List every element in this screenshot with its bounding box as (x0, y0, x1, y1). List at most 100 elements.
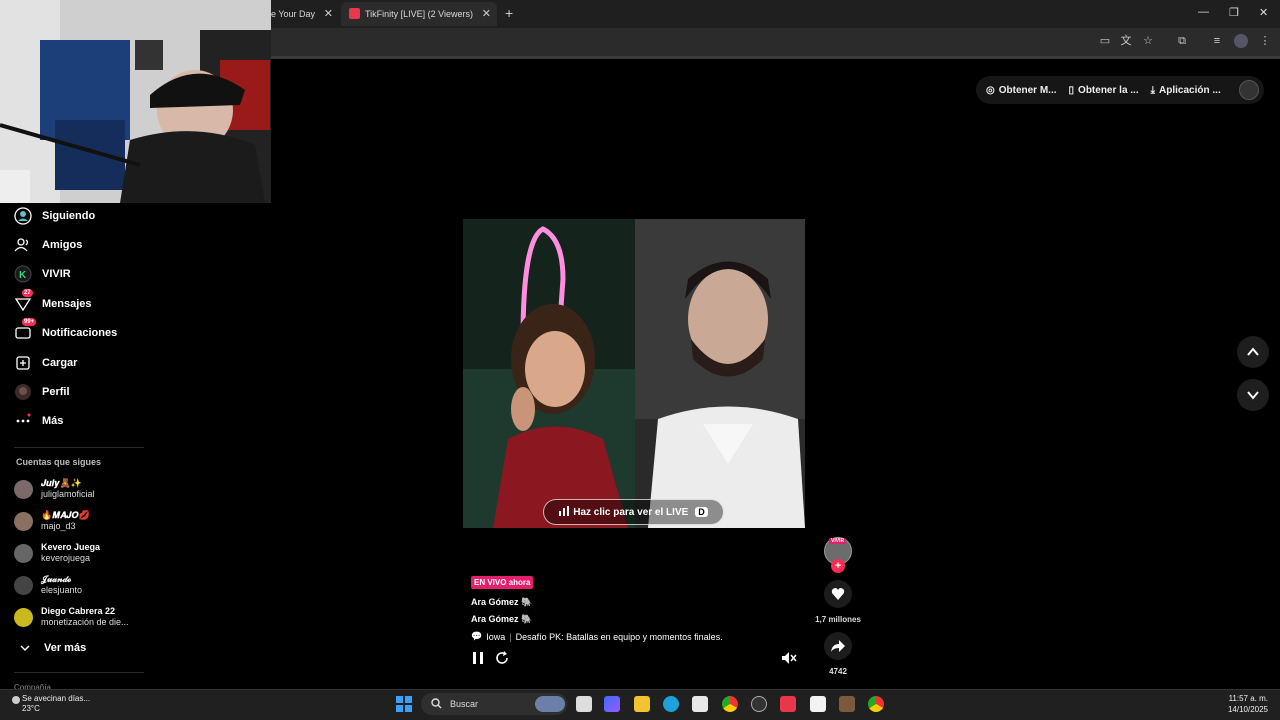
close-tab-icon[interactable]: ✕ (324, 7, 333, 20)
avatar (14, 511, 33, 531)
live-tag: VIVIR (829, 538, 847, 544)
follow-plus-button[interactable]: + (831, 559, 845, 573)
separator: | (509, 631, 512, 642)
desktop-app-button[interactable]: ⤓ Aplicación ... (1151, 85, 1221, 96)
account-handle: monetización de die... (41, 617, 129, 627)
live-now-badge: EN VIVO ahora (471, 576, 534, 589)
get-coins-button[interactable]: ◎ Obtener M... (986, 85, 1057, 96)
share-button[interactable] (824, 632, 852, 660)
translate-icon[interactable]: 文 (1119, 34, 1133, 48)
followed-account[interactable]: 𝒥𝓊𝒶𝓃𝒹ℴ elesjuanto (14, 574, 82, 596)
previous-video-button[interactable] (1237, 336, 1269, 368)
sidebar-item-upload[interactable]: Cargar (14, 353, 77, 373)
tikfinity-app-icon[interactable] (780, 696, 796, 712)
more-icon (14, 412, 32, 430)
sidebar-item-friends[interactable]: Amigos (14, 235, 82, 255)
account-handle: juliglamoficial (41, 489, 95, 499)
followed-account[interactable]: 𝑱𝒖𝒍𝒚🧸✨ juliglamoficial (14, 478, 95, 500)
minimize-button[interactable]: — (1198, 6, 1209, 18)
sidebar-item-following[interactable]: Siguiendo (14, 206, 95, 226)
followed-account[interactable]: Diego Cabrera 22 monetización de die... (14, 606, 129, 628)
taskbar-search[interactable]: Buscar (421, 693, 567, 715)
cast-icon[interactable]: ▭ (1098, 34, 1112, 48)
watch-live-label: Haz clic para ver el LIVE (573, 506, 689, 518)
following-accounts-title: Cuentas que sigues (16, 457, 102, 467)
muted-speaker-icon (782, 652, 797, 664)
get-app-button[interactable]: ▯ Obtener la ... (1069, 85, 1139, 96)
sidebar-item-label: Cargar (42, 357, 78, 369)
document-icon[interactable] (810, 696, 826, 712)
account-display-name: Kevero Juega (41, 542, 101, 552)
browser-menu-icon[interactable]: ⋮ (1258, 34, 1272, 48)
webcam-image (0, 0, 271, 203)
windows-start-icon[interactable] (396, 696, 412, 712)
sidebar-item-profile[interactable]: Perfil (14, 382, 70, 402)
profile-avatar-icon[interactable] (1234, 34, 1248, 48)
desktop-app-label: Aplicación ... (1159, 84, 1221, 96)
download-icon: ⤓ (1150, 84, 1156, 96)
sidebar-item-more[interactable]: Más (14, 411, 63, 431)
description-text: Desafío PK: Batallas en equipo y momento… (515, 631, 723, 642)
task-view-icon[interactable] (576, 696, 592, 712)
sidebar-item-label: VIVIR (42, 268, 71, 280)
weather-widget[interactable]: Se avecinan días... 23°C (12, 694, 91, 714)
like-button[interactable] (824, 580, 852, 608)
store-icon[interactable] (692, 696, 708, 712)
extensions-icon[interactable]: ⧉ (1175, 34, 1189, 48)
edge-icon[interactable] (663, 696, 679, 712)
browser-tab[interactable]: e Your Day ✕ (271, 2, 339, 26)
pause-icon (473, 652, 483, 664)
watch-live-button[interactable]: Haz clic para ver el LIVE D (543, 499, 724, 525)
followed-account[interactable]: Kevero Juega keverojuega (14, 542, 100, 564)
sidebar-divider (14, 672, 144, 673)
user-avatar[interactable] (1238, 80, 1259, 100)
refresh-button[interactable] (494, 650, 510, 666)
search-placeholder: Buscar (450, 699, 479, 709)
live-icon: K (14, 265, 32, 283)
media-control-icon[interactable]: ≡ (1210, 34, 1224, 48)
refresh-icon (496, 651, 508, 664)
share-count: 4742 (829, 667, 847, 676)
see-more-label: Ver más (44, 642, 87, 654)
copilot-icon[interactable] (604, 696, 620, 712)
sidebar-item-label: Perfil (42, 386, 70, 398)
live-video[interactable] (463, 219, 805, 528)
sidebar-item-label: Amigos (42, 239, 83, 251)
sidebar-item-messages[interactable]: 27 Mensajes (14, 289, 92, 314)
sidebar-item-label: Notificaciones (42, 327, 118, 339)
tikfinity-icon (349, 8, 360, 19)
bookmark-star-icon[interactable]: ☆ (1141, 34, 1155, 48)
file-explorer-icon[interactable] (634, 696, 650, 712)
chrome-active-icon[interactable] (868, 696, 884, 712)
host-name[interactable]: Ara Gómez 🐘 (471, 597, 532, 608)
sidebar-item-notifications[interactable]: 99+ Notificaciones (14, 318, 118, 343)
weather-text: Se avecinan días... (22, 694, 91, 703)
close-tab-icon[interactable]: ✕ (482, 7, 491, 20)
following-icon (14, 207, 32, 225)
share-arrow-icon (831, 640, 845, 652)
account-display-name: 𝒥𝓊𝒶𝓃𝒹ℴ (41, 574, 72, 584)
webcam-overlay (0, 0, 271, 203)
host-name[interactable]: Ara Gómez 🐘 (471, 614, 532, 625)
chevron-down-icon (16, 639, 34, 657)
sidebar-item-live[interactable]: K VIVIR (14, 264, 71, 284)
new-tab-button[interactable]: + (505, 5, 513, 21)
mute-button[interactable] (781, 650, 797, 666)
next-video-button[interactable] (1237, 379, 1269, 411)
speech-bubble-icon: 💬 (471, 631, 483, 641)
like-count: 1,7 millones (815, 615, 861, 624)
browser-tab-active[interactable]: TikFinity [LIVE] (2 Viewers) ✕ (341, 2, 497, 26)
upload-icon (14, 354, 32, 372)
close-window-button[interactable]: ✕ (1259, 6, 1268, 19)
restore-button[interactable]: ❐ (1229, 6, 1239, 19)
bars-icon (559, 505, 570, 519)
obs-icon[interactable] (751, 696, 767, 712)
chrome-icon[interactable] (722, 696, 738, 712)
game-app-icon[interactable] (839, 696, 855, 712)
location-label: Iowa (486, 631, 506, 642)
messages-icon: 27 (14, 289, 33, 313)
followed-account[interactable]: 🔥𝑴𝑨𝑱𝑶💋 majo_d3 (14, 510, 90, 532)
pause-button[interactable] (470, 650, 486, 666)
see-more-button[interactable]: Ver más (16, 638, 86, 658)
system-clock[interactable]: 11:57 a. m. 14/10/2025 (1212, 693, 1268, 715)
